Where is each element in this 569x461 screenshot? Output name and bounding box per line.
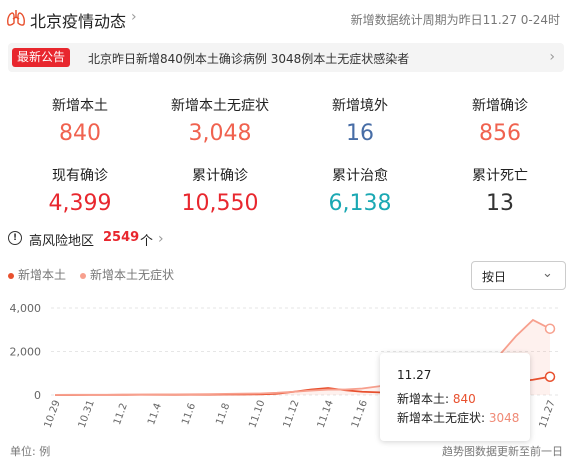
tooltip-row-asymptomatic: 新增本土无症状: 3048 xyxy=(397,409,519,426)
stat-value: 3,048 xyxy=(188,121,252,146)
stat-card: 新增境外 16 xyxy=(290,95,430,146)
stat-card: 新增本土无症状 3,048 xyxy=(150,95,290,146)
legend-label: 新增本土无症状 xyxy=(90,268,175,282)
stat-value: 4,399 xyxy=(48,191,112,216)
stat-value: 16 xyxy=(346,121,374,146)
risk-area-count[interactable]: 2549 xyxy=(103,230,139,245)
chevron-down-icon: ⌄ xyxy=(542,266,553,281)
legend-dot xyxy=(8,272,14,279)
chevron-right-icon[interactable]: › xyxy=(549,49,555,65)
x-tick-label: 11.2 xyxy=(112,402,130,427)
x-tick-label: 11.4 xyxy=(146,402,164,427)
stat-label: 累计治愈 xyxy=(332,168,388,184)
lungs-icon xyxy=(7,10,25,26)
tooltip-label: 新增本土无症状: xyxy=(397,411,489,425)
x-tick-label: 11.8 xyxy=(214,402,232,427)
stat-period-note: 新增数据统计周期为昨日11.27 0-24时 xyxy=(350,13,560,27)
chart-update-note: 趋势图数据更新至前一日 xyxy=(442,445,563,458)
stat-card: 现有确诊 4,399 xyxy=(10,165,150,216)
y-tick-label: 2,000 xyxy=(10,346,42,359)
y-tick-label: 0 xyxy=(34,389,41,402)
tooltip-row-local: 新增本土: 840 xyxy=(397,390,476,407)
tooltip-date: 11.27 xyxy=(397,368,432,382)
tooltip-value: 840 xyxy=(452,392,476,406)
tooltip-label: 新增本土: xyxy=(397,392,453,406)
stat-label: 现有确诊 xyxy=(52,168,108,184)
series-end-point xyxy=(544,371,556,382)
info-icon: ! xyxy=(8,231,22,245)
stat-card: 新增本土 840 xyxy=(10,95,150,146)
select-value: 按日 xyxy=(482,270,507,284)
x-tick-label: 11.6 xyxy=(180,402,198,427)
chart-unit: 单位: 例 xyxy=(10,445,51,458)
stat-value: 6,138 xyxy=(328,191,392,216)
x-tick-label: 10.29 xyxy=(43,399,63,430)
x-tick-label: 11.27 xyxy=(538,399,558,430)
legend-dot xyxy=(80,272,86,279)
stat-card: 累计治愈 6,138 xyxy=(290,165,430,216)
stat-label: 新增境外 xyxy=(332,98,388,114)
stat-value: 856 xyxy=(479,121,521,146)
x-tick-label: 11.12 xyxy=(282,399,302,430)
x-tick-label: 11.16 xyxy=(350,399,370,430)
stat-card: 新增确诊 856 xyxy=(430,95,569,146)
tooltip-value: 3048 xyxy=(488,411,520,425)
risk-area-unit: 个 xyxy=(140,234,154,249)
stat-label: 新增确诊 xyxy=(472,98,528,114)
stat-label: 新增本土无症状 xyxy=(171,98,269,114)
notice-badge: 最新公告 xyxy=(12,48,71,67)
stat-value: 10,550 xyxy=(181,191,259,216)
series-end-point xyxy=(544,323,556,334)
x-tick-label: 10.31 xyxy=(77,399,97,430)
stat-card: 累计死亡 13 xyxy=(430,165,569,216)
x-tick-label: 11.10 xyxy=(247,399,267,430)
y-tick-label: 4,000 xyxy=(10,302,42,315)
page-title[interactable]: 北京疫情动态 xyxy=(30,8,126,32)
stat-value: 840 xyxy=(59,121,101,146)
legend-item-asymptomatic[interactable]: 新增本土无症状 xyxy=(80,266,174,283)
stat-card: 累计确诊 10,550 xyxy=(150,165,290,216)
x-tick-label: 11.14 xyxy=(316,399,336,430)
notice-text[interactable]: 北京昨日新增840例本土确诊病例 3048例本土无症状感染者 xyxy=(88,50,409,67)
legend-label: 新增本土 xyxy=(18,268,67,282)
chevron-right-icon[interactable]: › xyxy=(158,231,164,247)
chevron-right-icon[interactable]: › xyxy=(131,9,137,25)
stat-label: 累计确诊 xyxy=(192,168,248,184)
legend-item-local[interactable]: 新增本土 xyxy=(8,266,66,283)
risk-area-label[interactable]: 高风险地区 xyxy=(29,230,94,249)
stat-label: 新增本土 xyxy=(52,98,108,114)
stat-label: 累计死亡 xyxy=(472,168,528,184)
stat-value: 13 xyxy=(486,191,514,216)
